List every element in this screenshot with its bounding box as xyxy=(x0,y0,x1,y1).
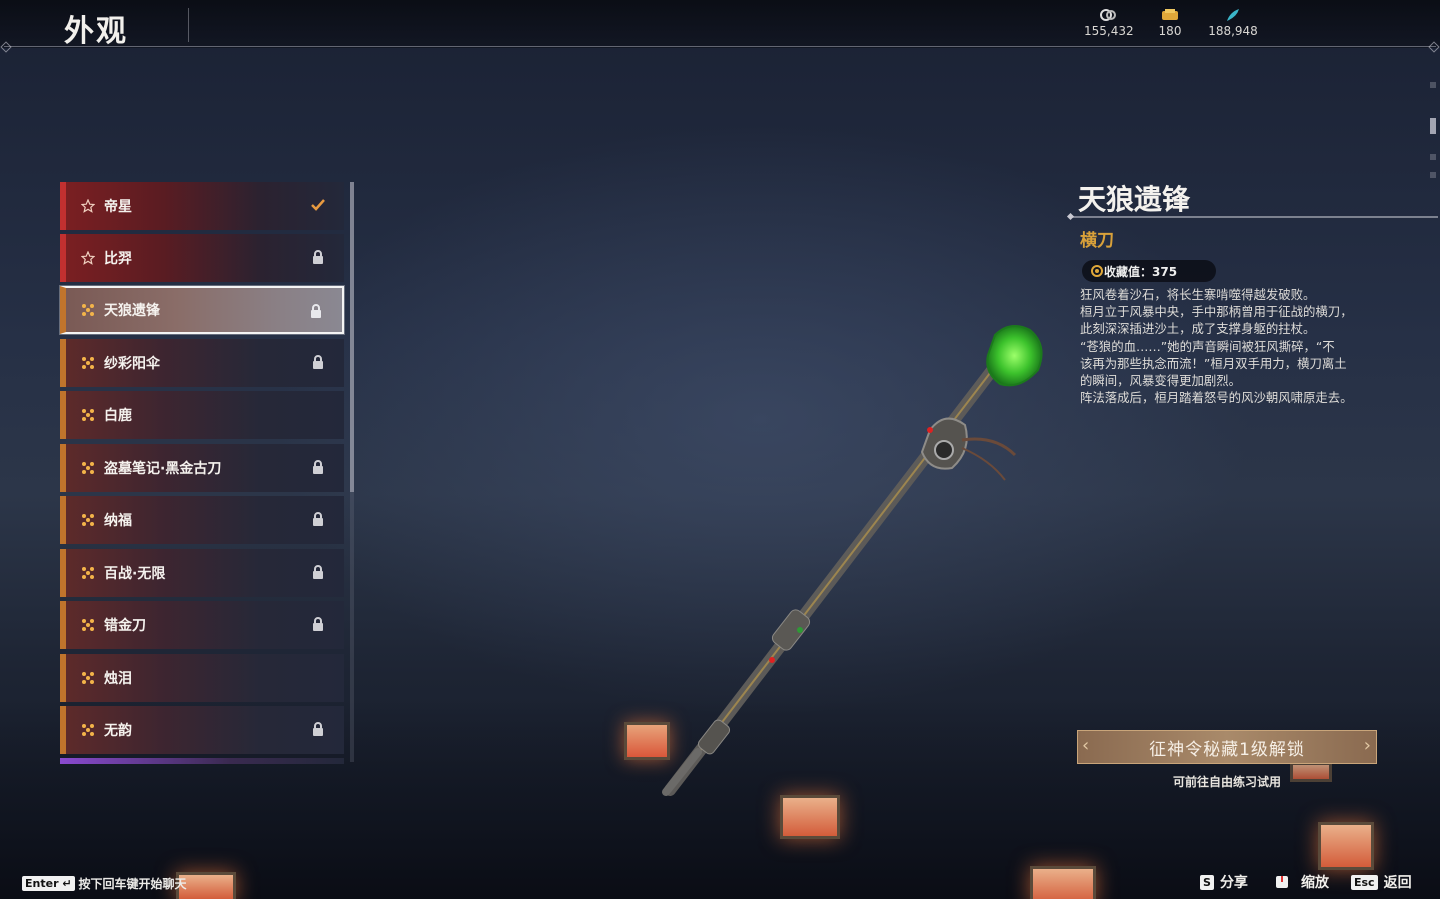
currency-coin[interactable]: 155,432 xyxy=(1084,8,1134,38)
back-label: 返回 xyxy=(1383,875,1412,891)
chat-hint[interactable]: Enter ↵ 按下回车键开始聊天 xyxy=(22,875,187,892)
dots-icon xyxy=(80,722,96,738)
weapon-name: 天狼遗锋 xyxy=(1078,183,1191,216)
currency-feather[interactable]: 188,948 xyxy=(1208,8,1258,38)
collection-badge: 收藏值：375 xyxy=(1082,260,1216,282)
currency-coin-value: 155,432 xyxy=(1084,24,1134,38)
description-line: 的瞬间，风暴变得更加剧烈。 xyxy=(1080,373,1242,389)
enter-key: Enter ↵ xyxy=(22,876,75,891)
floating-lantern xyxy=(624,722,670,760)
list-item-biyi[interactable]: 比羿 xyxy=(60,234,344,282)
check-icon xyxy=(311,199,325,211)
dots-icon xyxy=(80,407,96,423)
description-line: 此刻深深插进沙土，成了支撑身躯的拄杖。 xyxy=(1080,321,1316,337)
list-item-wuyun[interactable]: 无韵 xyxy=(60,706,344,754)
list-item-label: 盗墓笔记·黑金古刀 xyxy=(104,461,222,477)
description-line: 狂风卷着沙石，将长生寨啃噬得越发破败。 xyxy=(1080,287,1316,302)
list-item-nafu[interactable]: 纳福 xyxy=(60,496,344,544)
lock-icon xyxy=(313,617,323,631)
currency-feather-value: 188,948 xyxy=(1208,24,1258,38)
name-divider xyxy=(1072,216,1438,218)
zoom-control[interactable]: 缩放 xyxy=(1275,872,1329,892)
description-line: 阵法落成后，桓月踏着怒号的风沙朝风啸原走去。 xyxy=(1080,390,1353,406)
ticket-icon xyxy=(1162,9,1178,20)
back-control[interactable]: Esc 返回 xyxy=(1351,872,1412,892)
zoom-label: 缩放 xyxy=(1301,875,1329,891)
list-item-bailu[interactable]: 白鹿 xyxy=(60,391,344,439)
right-indicator xyxy=(1430,82,1436,88)
list-item-daomu[interactable]: 盗墓笔记·黑金古刀 xyxy=(60,444,344,492)
share-label: 分享 xyxy=(1219,875,1248,891)
weapon-type: 横刀 xyxy=(1080,231,1114,251)
dots-icon xyxy=(80,355,96,371)
floating-lantern xyxy=(1030,866,1096,899)
list-item-label: 烛泪 xyxy=(104,671,132,687)
list-item-label: 白鹿 xyxy=(104,408,132,424)
list-item-label: 无韵 xyxy=(104,723,132,739)
share-control[interactable]: S 分享 xyxy=(1200,872,1248,892)
list-item-tianlang[interactable]: 天狼遗锋 xyxy=(60,286,344,334)
list-item-dixing[interactable]: 帝星 xyxy=(60,182,344,230)
dots-icon xyxy=(80,617,96,633)
list-item-label: 纳福 xyxy=(104,513,132,529)
dots-icon xyxy=(80,302,96,318)
unlock-hint: 可前往自由练习试用 xyxy=(1172,775,1281,789)
list-item-label: 纱彩阳伞 xyxy=(104,356,160,372)
right-indicator xyxy=(1430,154,1436,160)
list-item-partial[interactable] xyxy=(60,758,344,764)
chat-hint-text: 按下回车键开始聊天 xyxy=(78,877,187,891)
share-key: S xyxy=(1200,874,1214,890)
esc-key: Esc xyxy=(1351,874,1378,890)
feather-icon xyxy=(1227,9,1239,21)
lock-icon xyxy=(313,250,323,264)
currency-ticket-value: 180 xyxy=(1158,24,1182,38)
list-item-label: 错金刀 xyxy=(104,618,146,634)
page-title: 外观 xyxy=(64,14,128,49)
mouse-wheel-icon xyxy=(1276,876,1288,888)
lock-icon xyxy=(311,304,321,318)
floating-lantern xyxy=(1318,822,1374,870)
currency-ticket[interactable]: 180 xyxy=(1152,8,1188,38)
description-line: 该再为那些执念而流！”桓月双手用力，横刀离土 xyxy=(1080,355,1347,371)
right-indicator xyxy=(1430,172,1436,178)
lock-icon xyxy=(313,565,323,579)
collection-value: 收藏值：375 xyxy=(1104,264,1178,279)
list-item-label: 帝星 xyxy=(104,199,132,215)
list-item-shacai[interactable]: 纱彩阳伞 xyxy=(60,339,344,387)
description-line: 桓月立于风暴中央，手中那柄曾用于征战的横刀， xyxy=(1080,304,1353,320)
dots-icon xyxy=(80,460,96,476)
lock-icon xyxy=(313,460,323,474)
coin-icon xyxy=(1100,9,1116,21)
list-item-label: 百战·无限 xyxy=(104,566,166,582)
dots-icon xyxy=(80,512,96,528)
collection-icon xyxy=(1091,265,1103,277)
description-line: “苍狼的血……”她的声音瞬间被狂风撕碎，“不 xyxy=(1080,338,1335,354)
dots-icon xyxy=(80,565,96,581)
title-divider xyxy=(188,8,189,42)
list-item-zhulei[interactable]: 烛泪 xyxy=(60,654,344,702)
lock-icon xyxy=(313,512,323,526)
star-icon xyxy=(80,198,96,214)
weapon-model[interactable] xyxy=(600,300,1080,820)
star-icon xyxy=(80,250,96,266)
list-item-baizhan[interactable]: 百战·无限 xyxy=(60,549,344,597)
unlock-button[interactable]: 征神令秘藏1级解锁 xyxy=(1077,730,1377,764)
list-item-label: 天狼遗锋 xyxy=(104,303,160,319)
floating-lantern xyxy=(780,795,840,839)
list-item-cuojin[interactable]: 错金刀 xyxy=(60,601,344,649)
dots-icon xyxy=(80,670,96,686)
lock-icon xyxy=(313,355,323,369)
right-indicator-active xyxy=(1430,118,1436,134)
list-scrollbar[interactable] xyxy=(350,182,354,492)
lock-icon xyxy=(313,722,323,736)
top-divider xyxy=(4,46,1436,47)
weapon-description: 狂风卷着沙石，将长生寨啃噬得越发破败。 桓月立于风暴中央，手中那柄曾用于征战的横… xyxy=(1080,286,1390,406)
list-item-label: 比羿 xyxy=(104,251,132,267)
